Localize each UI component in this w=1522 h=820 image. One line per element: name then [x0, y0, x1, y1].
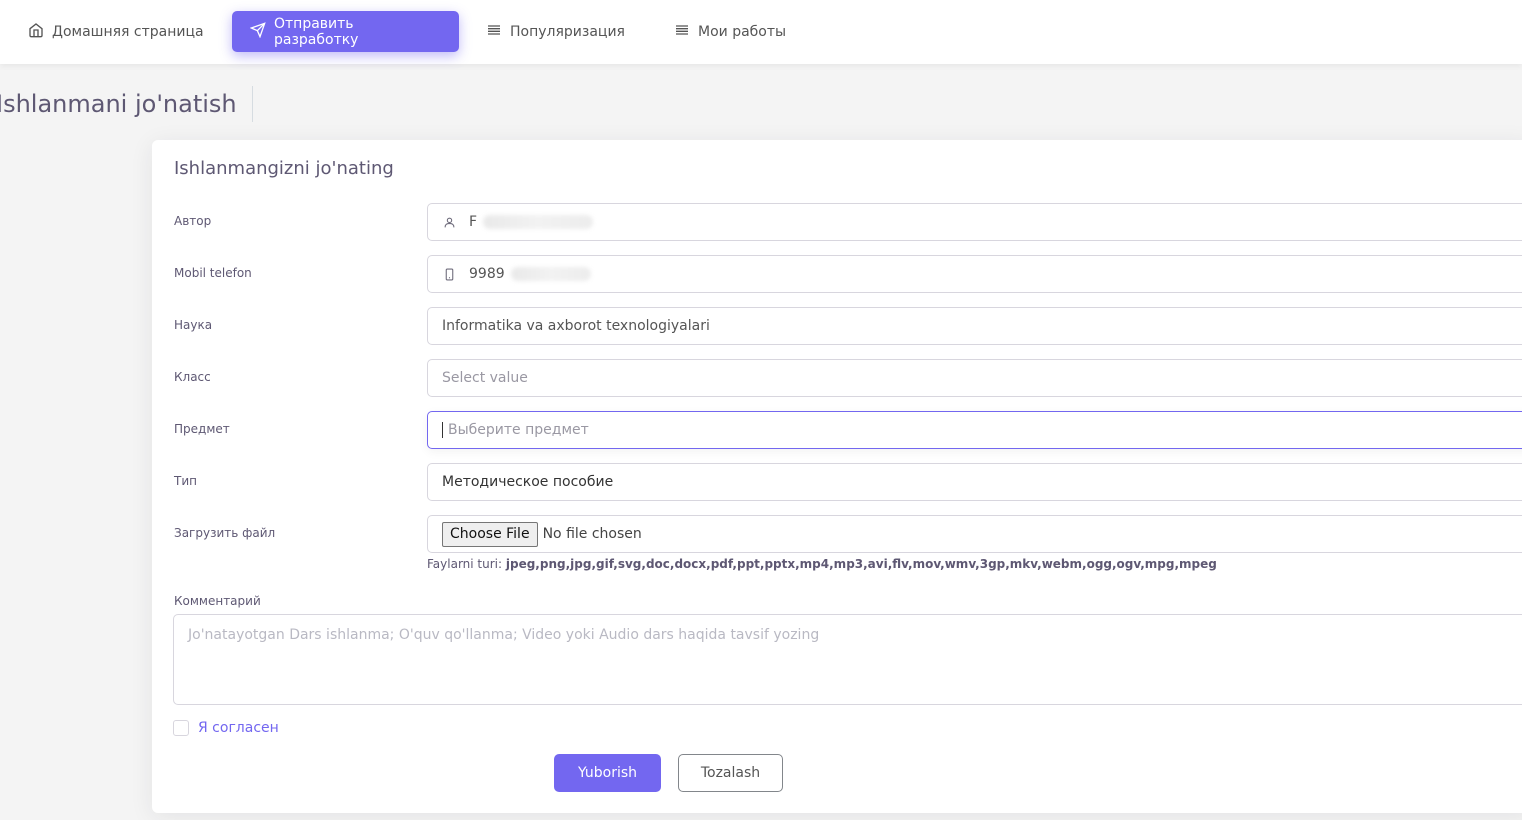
- class-placeholder: Select value: [442, 370, 528, 386]
- science-value: Informatika va axborot texnologiyalari: [442, 318, 710, 334]
- list-icon: [486, 22, 502, 42]
- subject-select[interactable]: Выберите предмет: [427, 411, 1522, 449]
- comment-placeholder: Jo'natayotgan Dars ishlanma; O'quv qo'll…: [188, 627, 820, 643]
- submit-form-card: Ishlanmangizni jo'nating Автор F Mobil t…: [152, 140, 1522, 813]
- submit-button[interactable]: Yuborish: [554, 754, 661, 792]
- choose-file-button[interactable]: Choose File: [442, 521, 538, 547]
- send-icon: [249, 21, 266, 42]
- agree-label[interactable]: Я согласен: [198, 720, 279, 736]
- author-label: Автор: [174, 214, 212, 228]
- nav-submit-label: Отправить разработку: [274, 15, 359, 48]
- science-select[interactable]: Informatika va axborot texnologiyalari: [427, 307, 1522, 345]
- agree-checkbox-row[interactable]: Я согласен: [173, 720, 279, 736]
- page-title: Ishlanmani jo'natish: [0, 86, 253, 122]
- type-select[interactable]: Методическое пособие: [427, 463, 1522, 501]
- smartphone-icon: [443, 267, 457, 281]
- text-caret: [442, 422, 443, 438]
- class-label: Класс: [174, 370, 211, 384]
- comment-label: Комментарий: [174, 594, 261, 608]
- nav-my-works[interactable]: Мои работы: [656, 11, 804, 52]
- type-value: Методическое пособие: [442, 474, 614, 490]
- file-input[interactable]: Choose File No file chosen: [427, 515, 1522, 553]
- comment-textarea[interactable]: Jo'natayotgan Dars ishlanma; O'quv qo'll…: [173, 614, 1522, 705]
- nav-home-label: Домашняя страница: [52, 23, 204, 40]
- class-select[interactable]: Select value: [427, 359, 1522, 397]
- subject-placeholder: Выберите предмет: [448, 422, 589, 438]
- science-label: Наука: [174, 318, 213, 332]
- author-field[interactable]: F: [427, 203, 1522, 241]
- type-label: Тип: [174, 474, 197, 488]
- phone-field[interactable]: 9989: [427, 255, 1522, 293]
- file-types-label: Faylarni turi:: [427, 557, 503, 571]
- nav-submit-development[interactable]: Отправить разработку: [232, 11, 459, 52]
- redacted-phone: [510, 267, 591, 281]
- nav-my-works-label: Мои работы: [698, 23, 787, 40]
- nav-popularization[interactable]: Популяризация: [468, 11, 643, 52]
- reset-button[interactable]: Tozalash: [678, 754, 783, 792]
- agree-checkbox[interactable]: [173, 720, 189, 736]
- home-icon: [28, 22, 44, 42]
- file-types-hint: Faylarni turi: jpeg,png,jpg,gif,svg,doc,…: [427, 557, 1217, 571]
- form-title: Ishlanmangizni jo'nating: [174, 158, 394, 179]
- subject-label: Предмет: [174, 422, 230, 436]
- file-label: Загрузить файл: [174, 526, 276, 540]
- phone-value: 9989: [469, 266, 505, 282]
- file-types-list: jpeg,png,jpg,gif,svg,doc,docx,pdf,ppt,pp…: [505, 557, 1217, 571]
- author-value: F: [469, 214, 478, 230]
- nav-popularization-label: Популяризация: [510, 23, 625, 40]
- list-icon: [674, 22, 690, 42]
- redacted-author: [483, 215, 594, 229]
- file-status: No file chosen: [542, 526, 642, 542]
- user-icon: [443, 215, 457, 229]
- top-navbar: Домашняя страница Отправить разработку П…: [0, 0, 1522, 64]
- nav-home[interactable]: Домашняя страница: [10, 11, 222, 52]
- phone-label: Mobil telefon: [174, 266, 252, 280]
